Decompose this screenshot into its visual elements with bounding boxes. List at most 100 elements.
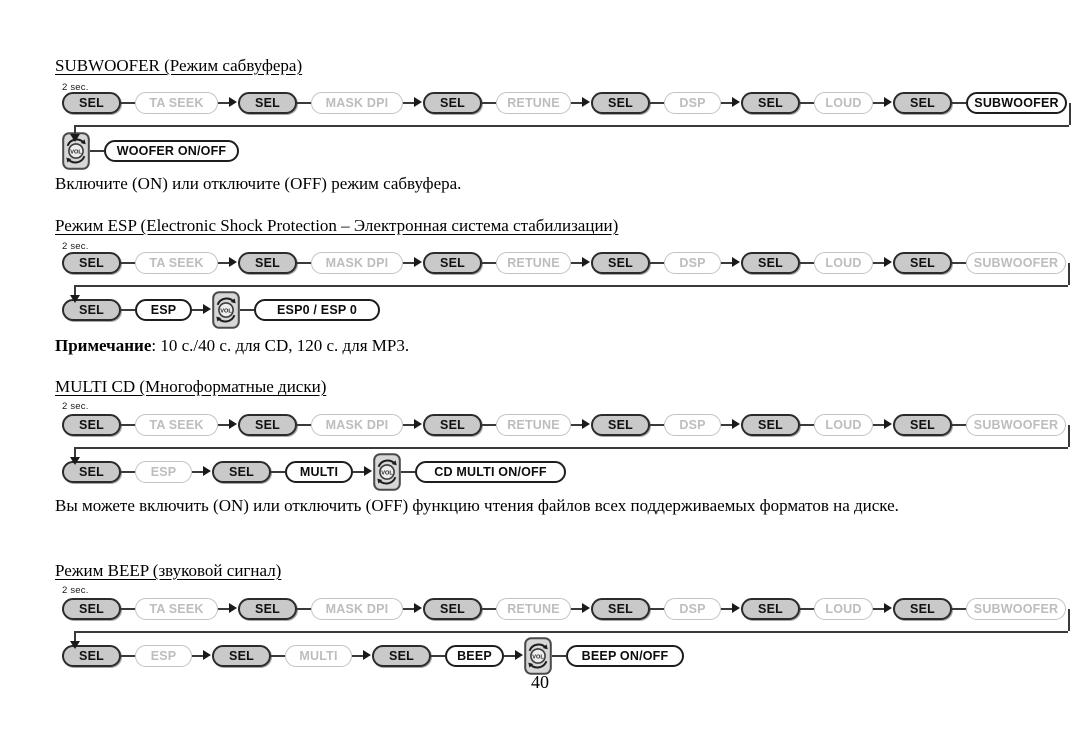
connector-line [192,309,203,311]
flow-node-mask-dpi[interactable]: MASK DPI [311,598,403,620]
svg-text:VOL: VOL [532,655,544,661]
arrow-right-icon [364,466,372,476]
flow-row: SEL ESP SEL MULTI SEL BEEP VOL BEEP ON/OFF [62,637,684,675]
connector-line [218,608,229,610]
connector-line [121,655,135,657]
flow-node-sel[interactable]: SEL [893,598,952,620]
flow-diagram-beep: SEL TA SEEK SEL MASK DPI SEL RETUNE SEL DSP SEL L… [0,0,1080,675]
flow-node-sel[interactable]: SEL [893,252,952,274]
flow-node-sel[interactable]: SEL [62,414,121,436]
flow-node-mask-dpi[interactable]: MASK DPI [311,92,403,114]
flow-node-sel[interactable]: SEL [741,92,800,114]
connector-line [271,655,285,657]
flow-node-subwoofer[interactable]: SUBWOOFER [966,414,1066,436]
flow-node-retune[interactable]: RETUNE [496,414,571,436]
loop-segment-horizontal [74,447,1068,449]
flow-node-subwoofer[interactable]: SUBWOOFER [966,252,1066,274]
connector-line [873,102,884,104]
flow-node-ta-seek[interactable]: TA SEEK [135,252,218,274]
flow-node-retune[interactable]: RETUNE [496,92,571,114]
connector-line [504,655,515,657]
flow-row: SEL ESP VOL ESP0 / ESP 0 [62,291,380,329]
flow-node-loud[interactable]: LOUD [814,92,873,114]
vol-knob-icon[interactable]: VOL [373,453,401,491]
flow-node-dsp[interactable]: DSP [664,414,721,436]
flow-node-mask-dpi[interactable]: MASK DPI [311,252,403,274]
flow-node-mask-dpi[interactable]: MASK DPI [311,414,403,436]
flow-node-esp0-esp-0[interactable]: ESP0 / ESP 0 [254,299,380,321]
loop-segment-vertical-right [1068,263,1070,285]
flow-node-sel[interactable]: SEL [372,645,431,667]
connector-line [352,655,363,657]
arrow-right-icon [732,419,740,429]
flow-node-sel[interactable]: SEL [893,92,952,114]
flow-node-multi[interactable]: MULTI [285,461,353,483]
flow-node-sel[interactable]: SEL [212,645,271,667]
flow-node-woofer-on-off[interactable]: WOOFER ON/OFF [104,140,239,162]
flow-node-retune[interactable]: RETUNE [496,598,571,620]
flow-node-sel[interactable]: SEL [62,252,121,274]
arrow-down-icon [69,134,80,142]
flow-node-ta-seek[interactable]: TA SEEK [135,414,218,436]
flow-node-ta-seek[interactable]: TA SEEK [135,598,218,620]
flow-node-cd-multi-on-off[interactable]: CD MULTI ON/OFF [415,461,566,483]
connector-line [192,655,203,657]
flow-node-sel[interactable]: SEL [238,252,297,274]
vol-knob-icon[interactable]: VOL [212,291,240,329]
flow-node-sel[interactable]: SEL [423,252,482,274]
flow-node-sel[interactable]: SEL [238,598,297,620]
flow-node-sel[interactable]: SEL [893,414,952,436]
flow-node-subwoofer[interactable]: SUBWOOFER [966,598,1066,620]
flow-node-sel[interactable]: SEL [62,92,121,114]
flow-node-loud[interactable]: LOUD [814,252,873,274]
flow-node-sel[interactable]: SEL [423,414,482,436]
flow-node-dsp[interactable]: DSP [664,92,721,114]
flow-node-sel[interactable]: SEL [238,414,297,436]
connector-line [218,262,229,264]
arrow-right-icon [582,257,590,267]
flow-node-sel[interactable]: SEL [591,92,650,114]
connector-line [121,309,135,311]
flow-node-esp[interactable]: ESP [135,461,192,483]
connector-line [552,655,566,657]
flow-node-sel[interactable]: SEL [591,598,650,620]
flow-node-sel[interactable]: SEL [591,414,650,436]
flow-node-multi[interactable]: MULTI [285,645,352,667]
section-title-multicd: MULTI CD (Многоформатные диски) [55,377,327,396]
flow-node-sel[interactable]: SEL [423,598,482,620]
flow-node-dsp[interactable]: DSP [664,598,721,620]
flow-node-esp[interactable]: ESP [135,645,192,667]
connector-line [218,102,229,104]
flow-node-ta-seek[interactable]: TA SEEK [135,92,218,114]
connector-line [121,102,135,104]
flow-node-sel[interactable]: SEL [741,414,800,436]
flow-node-sel[interactable]: SEL [423,92,482,114]
flow-node-sel[interactable]: SEL [238,92,297,114]
flow-node-esp[interactable]: ESP [135,299,192,321]
flow-node-sel[interactable]: SEL [62,598,121,620]
section-title-esp: Режим ESP (Electronic Shock Protection –… [55,216,619,235]
connector-line [240,309,254,311]
flow-node-retune[interactable]: RETUNE [496,252,571,274]
flow-row: SEL TA SEEK SEL MASK DPI SEL RETUNE SEL DSP SEL L… [62,598,1066,622]
connector-line [873,608,884,610]
vol-knob-icon[interactable]: VOL [524,637,552,675]
connector-line [403,424,414,426]
connector-line [800,102,814,104]
flow-node-loud[interactable]: LOUD [814,598,873,620]
flow-node-loud[interactable]: LOUD [814,414,873,436]
flow-node-sel[interactable]: SEL [741,252,800,274]
section-title-subwoofer: SUBWOOFER (Режим сабвуфера) [55,56,303,75]
flow-node-sel[interactable]: SEL [741,598,800,620]
connector-line [431,655,445,657]
arrow-right-icon [515,650,523,660]
flow-node-sel[interactable]: SEL [591,252,650,274]
manual-page: SUBWOOFER (Режим сабвуфера) 2 sec. SEL TA… [0,0,1080,734]
flow-node-beep[interactable]: BEEP [445,645,504,667]
flow-node-beep-on-off[interactable]: BEEP ON/OFF [566,645,684,667]
flow-node-dsp[interactable]: DSP [664,252,721,274]
flow-node-sel[interactable]: SEL [212,461,271,483]
arrow-right-icon [582,419,590,429]
connector-line [482,424,496,426]
flow-node-subwoofer[interactable]: SUBWOOFER [966,92,1067,114]
